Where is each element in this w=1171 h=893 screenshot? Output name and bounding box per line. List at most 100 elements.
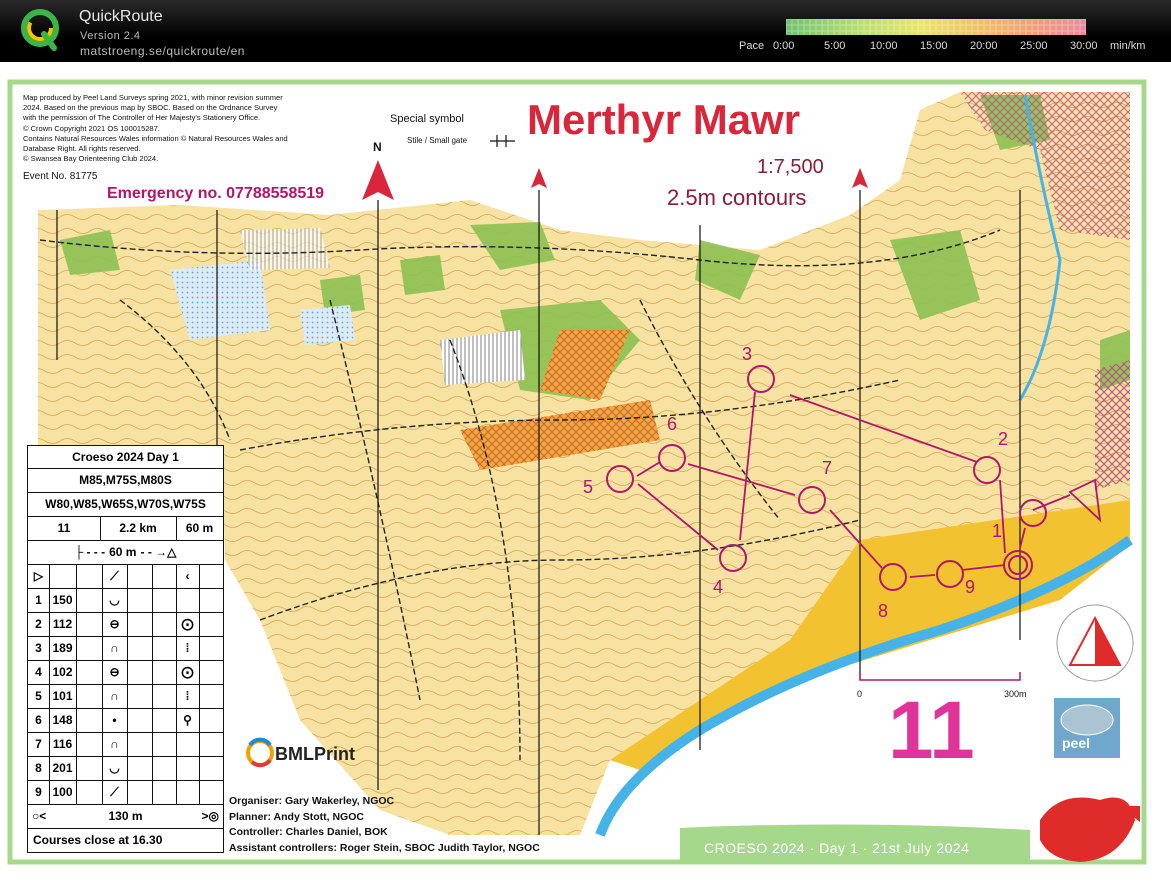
pace-unit: min/km: [1110, 40, 1146, 52]
desc-control-number: 1: [28, 588, 50, 612]
credit-line: 2024. Based on the previous map by SBOC.…: [23, 103, 278, 113]
desc-cell: [152, 708, 177, 732]
planner: Planner: Andy Stott, NGOC: [229, 810, 364, 823]
desc-cell: [199, 780, 223, 804]
control-label: 7: [822, 458, 832, 478]
finish-triangle-icon: - - →△: [140, 545, 177, 559]
app-header: QuickRoute Version 2.4 matstroeng.se/qui…: [0, 0, 1171, 62]
desc-event-row: Croeso 2024 Day 1: [28, 446, 223, 469]
desc-cell: [76, 564, 103, 588]
desc-start-symbols-row: ▷ ⟋ ‹: [28, 564, 223, 589]
credit-line: © Crown Copyright 2021 OS 100015287.: [23, 123, 160, 133]
desc-cell: [199, 660, 223, 684]
desc-cell: [76, 612, 103, 636]
desc-control-code: 101: [49, 684, 77, 708]
desc-finish-row: ○< 130 m >◎: [28, 804, 223, 829]
pace-tick: 15:00: [920, 40, 948, 52]
desc-cell: [199, 636, 223, 660]
course-number: 11: [888, 685, 975, 776]
desc-control-feature: ◡: [102, 588, 128, 612]
desc-classes-row: M85,M75S,M80S: [28, 468, 223, 493]
desc-control-row: 3 189 ∩ ⁞: [28, 636, 223, 661]
desc-cell: [127, 564, 153, 588]
desc-control-detail: [176, 780, 200, 804]
desc-cell: [76, 636, 103, 660]
desc-control-feature: ∩: [102, 636, 128, 660]
event-number: Event No. 81775: [23, 171, 98, 182]
desc-control-feature: •: [102, 708, 128, 732]
map-scale: 1:7,500: [757, 156, 824, 178]
finish-icon: >◎: [201, 809, 219, 823]
desc-cell: [199, 756, 223, 780]
last-control-icon: ○<: [32, 809, 47, 823]
desc-control-row: 9 100 ⟋: [28, 780, 223, 805]
desc-climb: 60 m: [185, 521, 214, 535]
organiser: Organiser: Gary Wakerley, NGOC: [229, 795, 395, 807]
desc-cell: [152, 588, 177, 612]
emergency-number: Emergency no. 07788558519: [107, 185, 325, 202]
app-title: QuickRoute: [79, 8, 163, 25]
pace-tick: 25:00: [1020, 40, 1048, 52]
desc-cell: [152, 564, 177, 588]
pace-label: Pace: [739, 40, 765, 52]
desc-start-row: ├ - - - 60 m - - →△: [28, 540, 223, 565]
desc-control-detail: [176, 588, 200, 612]
surveyor-logo-text: peel: [1062, 735, 1091, 751]
desc-cell: [76, 780, 103, 804]
desc-course-row: 11 2.2 km 60 m: [28, 516, 223, 541]
pace-tick: 20:00: [970, 40, 998, 52]
desc-control-row: 1 150 ◡: [28, 588, 223, 613]
marked-route-icon: ├ - - -: [74, 545, 106, 559]
desc-control-feature: ◡: [102, 756, 128, 780]
desc-control-code: 102: [49, 660, 77, 684]
desc-cell: [76, 708, 103, 732]
desc-control-code: 100: [49, 780, 77, 804]
desc-cell: [127, 732, 153, 756]
credit-line: © Swansea Bay Orienteering Club 2024.: [23, 154, 159, 164]
desc-control-feature: ⊖: [102, 612, 128, 636]
desc-control-feature: ⊖: [102, 660, 128, 684]
desc-cell: [199, 708, 223, 732]
desc-cell: [199, 684, 223, 708]
desc-cell: [127, 684, 153, 708]
desc-control-detail: ⁞: [176, 684, 200, 708]
app-url[interactable]: matstroeng.se/quickroute/en: [80, 44, 245, 58]
desc-control-number: 8: [28, 756, 50, 780]
desc-cell: [127, 708, 153, 732]
desc-control-code: 201: [49, 756, 77, 780]
pace-tick: 30:00: [1070, 40, 1098, 52]
desc-control-number: 4: [28, 660, 50, 684]
desc-finish: ○< 130 m >◎: [28, 804, 223, 828]
desc-finish-distance: 130 m: [108, 809, 143, 823]
desc-cell: [152, 732, 177, 756]
special-symbol-item: Stile / Small gate: [407, 136, 468, 145]
credit-line: Database Right. All rights reserved.: [23, 144, 141, 154]
desc-cell: [152, 756, 177, 780]
desc-control-detail: ⨀: [176, 612, 200, 636]
control-label: 1: [992, 521, 1002, 541]
desc-cell: [76, 732, 103, 756]
credit-line: Map produced by Peel Land Surveys spring…: [23, 93, 283, 102]
desc-control-row: 2 112 ⊖ ⨀: [28, 612, 223, 637]
desc-cell: [199, 588, 223, 612]
desc-cell: [199, 732, 223, 756]
desc-cell: [49, 564, 77, 588]
desc-cell: [76, 588, 103, 612]
pace-tick: 10:00: [870, 40, 898, 52]
desc-cell: [76, 684, 103, 708]
control-label: 5: [583, 477, 593, 497]
desc-cell: [152, 636, 177, 660]
desc-cell: [152, 684, 177, 708]
controller: Controller: Charles Daniel, BOK: [229, 826, 388, 838]
desc-cell: [127, 780, 153, 804]
desc-control-number: 3: [28, 636, 50, 660]
desc-control-code: 116: [49, 732, 77, 756]
desc-control-feature: ∩: [102, 684, 128, 708]
desc-control-code: 150: [49, 588, 77, 612]
desc-length: 2.2 km: [100, 516, 177, 540]
credit-line: with the permission of The Controller of…: [23, 113, 261, 123]
north-label: N: [373, 140, 382, 154]
control-label: 3: [742, 344, 752, 364]
desc-cell: [127, 612, 153, 636]
desc-cell: ▷: [28, 564, 50, 588]
